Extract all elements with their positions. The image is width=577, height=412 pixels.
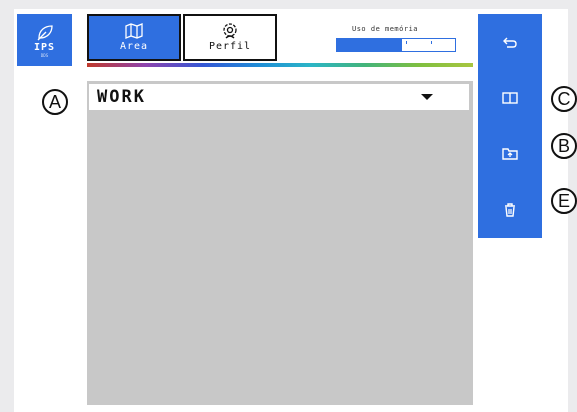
memory-usage-bar — [336, 38, 456, 52]
memory-tick — [431, 41, 432, 44]
memory-usage-label: Uso de memória — [352, 25, 419, 33]
folder-upload-icon — [502, 148, 518, 160]
field-select-value: WORK — [97, 87, 146, 107]
map-icon — [125, 23, 143, 39]
callout-c: C — [551, 86, 577, 112]
profile-gear-icon — [223, 23, 237, 39]
tab-area-label: Area — [119, 41, 149, 52]
load-button[interactable] — [478, 126, 542, 182]
memory-tick — [406, 41, 407, 44]
delete-button[interactable] — [478, 182, 542, 238]
ips-sublabel: DDS — [40, 52, 49, 58]
leaf-icon — [37, 24, 53, 40]
memory-usage-fill — [337, 39, 402, 51]
field-select[interactable]: WORK — [89, 84, 469, 110]
open-book-button[interactable] — [478, 70, 542, 126]
caret-down-icon — [421, 94, 433, 100]
callout-b: B — [551, 133, 577, 159]
callout-e: E — [551, 188, 577, 214]
tab-perfil[interactable]: Perfil — [183, 14, 277, 61]
ips-label: IPS — [33, 41, 56, 53]
tab-area[interactable]: Area — [87, 14, 181, 61]
tab-perfil-label: Perfil — [208, 41, 252, 52]
back-button[interactable] — [478, 14, 542, 70]
ips-button[interactable]: IPS DDS — [17, 14, 72, 66]
trash-icon — [505, 203, 515, 217]
section-color-bar — [87, 63, 473, 67]
field-content-area[interactable] — [87, 81, 473, 405]
callout-a: A — [42, 89, 68, 115]
undo-arrow-icon — [503, 37, 517, 48]
book-icon — [502, 92, 518, 104]
